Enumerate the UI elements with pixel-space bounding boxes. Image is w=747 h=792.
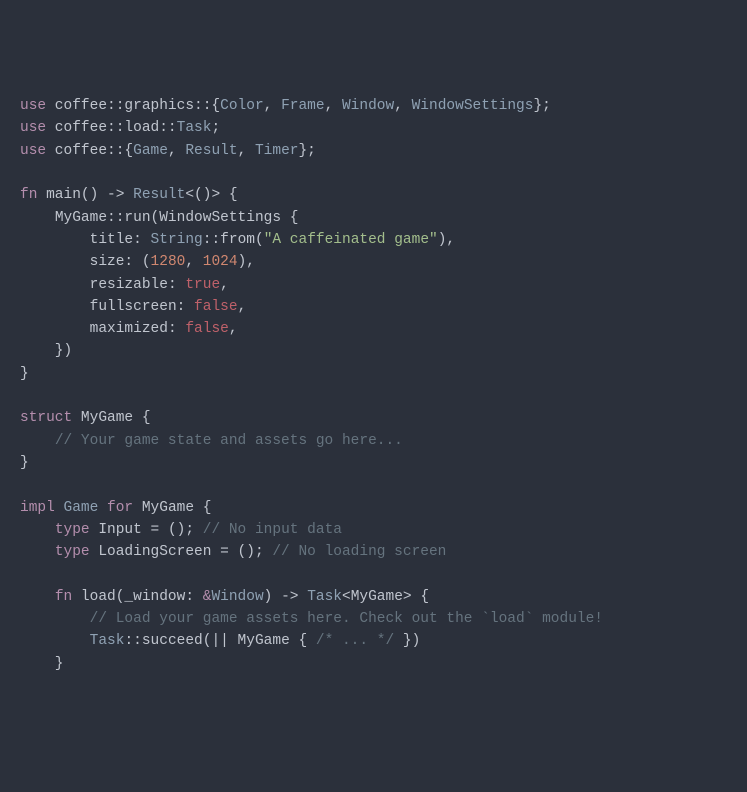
keyword-use: use	[20, 143, 46, 159]
line: struct MyGame {	[20, 410, 151, 426]
comment: // Load your game assets here. Check out…	[90, 611, 603, 627]
keyword-fn: fn	[55, 589, 72, 605]
line: type LoadingScreen = (); // No loading s…	[20, 544, 446, 560]
comment: // No loading screen	[272, 544, 446, 560]
line: // Your game state and assets go here...	[20, 433, 403, 449]
line: }	[20, 366, 29, 382]
keyword-use: use	[20, 120, 46, 136]
bool-literal: false	[194, 299, 238, 315]
line: impl Game for MyGame {	[20, 500, 211, 516]
line: use coffee::graphics::{Color, Frame, Win…	[20, 98, 551, 114]
keyword-for: for	[107, 500, 133, 516]
line: use coffee::{Game, Result, Timer};	[20, 143, 316, 159]
keyword-fn: fn	[20, 187, 37, 203]
line: use coffee::load::Task;	[20, 120, 220, 136]
line: resizable: true,	[20, 277, 229, 293]
line: maximized: false,	[20, 321, 238, 337]
line: })	[20, 343, 72, 359]
line: fn load(_window: &Window) -> Task<MyGame…	[20, 589, 429, 605]
code-block: use coffee::graphics::{Color, Frame, Win…	[20, 95, 727, 675]
keyword-struct: struct	[20, 410, 72, 426]
keyword-use: use	[20, 98, 46, 114]
comment: /* ... */	[316, 633, 394, 649]
line: }	[20, 656, 64, 672]
line: }	[20, 455, 29, 471]
line: size: (1280, 1024),	[20, 254, 255, 270]
line: Task::succeed(|| MyGame { /* ... */ })	[20, 633, 420, 649]
line: // Load your game assets here. Check out…	[20, 611, 603, 627]
number-literal: 1024	[203, 254, 238, 270]
comment: // No input data	[203, 522, 342, 538]
line: fullscreen: false,	[20, 299, 246, 315]
line: title: String::from("A caffeinated game"…	[20, 232, 455, 248]
bool-literal: true	[185, 277, 220, 293]
line: MyGame::run(WindowSettings {	[20, 210, 298, 226]
keyword-type: type	[55, 544, 90, 560]
comment: // Your game state and assets go here...	[55, 433, 403, 449]
bool-literal: false	[185, 321, 229, 337]
keyword-type: type	[55, 522, 90, 538]
number-literal: 1280	[151, 254, 186, 270]
line: type Input = (); // No input data	[20, 522, 342, 538]
line: fn main() -> Result<()> {	[20, 187, 238, 203]
keyword-impl: impl	[20, 500, 55, 516]
string-literal: "A caffeinated game"	[264, 232, 438, 248]
